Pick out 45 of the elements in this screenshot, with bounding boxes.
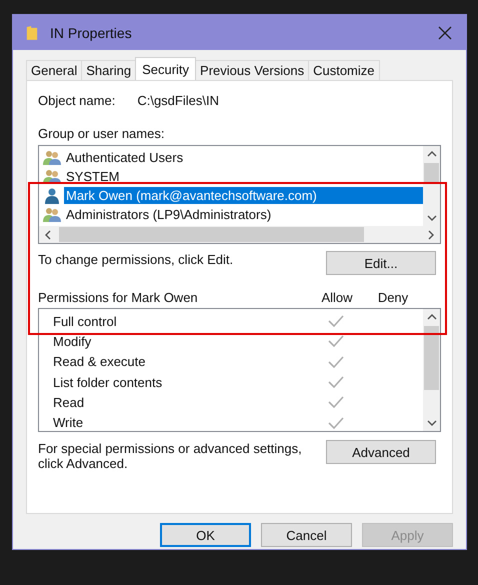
permission-name: Modify: [53, 334, 92, 349]
group-list-label: Group or user names:: [38, 126, 166, 141]
user-list-item[interactable]: Administrators (LP9\Administrators): [64, 206, 274, 223]
users-icon: [43, 206, 61, 222]
user-list-item[interactable]: Authenticated Users: [64, 149, 186, 166]
users-icon: [43, 168, 61, 184]
scrollbar-thumb[interactable]: [424, 326, 439, 390]
scrollbar-thumb[interactable]: [424, 163, 439, 183]
allow-header: Allow: [320, 290, 354, 305]
permission-name: Full control: [53, 314, 118, 329]
user-list-item[interactable]: SYSTEM: [64, 168, 122, 185]
permission-name: Read: [53, 394, 86, 410]
vertical-scrollbar[interactable]: [423, 146, 440, 226]
permission-name: Read & execute: [53, 354, 147, 370]
object-name-value: C:\gsdFiles\IN: [137, 93, 219, 110]
user-list-item[interactable]: Mark Owen (mark@avantechsoftware.com): [64, 187, 423, 204]
scroll-right-icon[interactable]: [428, 230, 434, 240]
permission-name: Write: [53, 415, 84, 430]
scroll-down-icon[interactable]: [426, 420, 436, 426]
permissions-title: Permissions for Mark Owen: [38, 290, 199, 305]
tab[interactable]: Customize: [308, 60, 380, 80]
tab[interactable]: Sharing: [81, 60, 136, 80]
advanced-button[interactable]: Advanced: [326, 440, 436, 464]
scrollbar-thumb[interactable]: [59, 227, 364, 242]
tab[interactable]: General: [26, 60, 82, 80]
vertical-scrollbar[interactable]: [423, 309, 440, 431]
object-name-label: Object name:: [38, 93, 116, 110]
tab[interactable]: Security: [135, 57, 196, 80]
user-icon: [43, 188, 61, 204]
scroll-down-icon[interactable]: [426, 215, 436, 221]
dialog-button[interactable]: OK: [160, 523, 251, 547]
close-icon[interactable]: [438, 26, 452, 40]
window-title: IN Properties: [50, 24, 133, 40]
advanced-hint: For special permissions or advanced settings, click Advanced.: [38, 441, 303, 471]
horizontal-scrollbar[interactable]: [39, 226, 440, 243]
scroll-up-icon[interactable]: [426, 314, 436, 320]
users-icon: [43, 150, 61, 166]
edit-button[interactable]: Edit...: [326, 251, 436, 275]
scroll-up-icon[interactable]: [426, 151, 436, 157]
scroll-left-icon[interactable]: [45, 230, 51, 240]
change-permissions-hint: To change permissions, click Edit.: [38, 252, 234, 267]
dialog-button[interactable]: Cancel: [261, 523, 352, 547]
folder-icon: [26, 24, 38, 40]
permission-name: List folder contents: [53, 374, 164, 390]
deny-header: Deny: [376, 290, 410, 305]
